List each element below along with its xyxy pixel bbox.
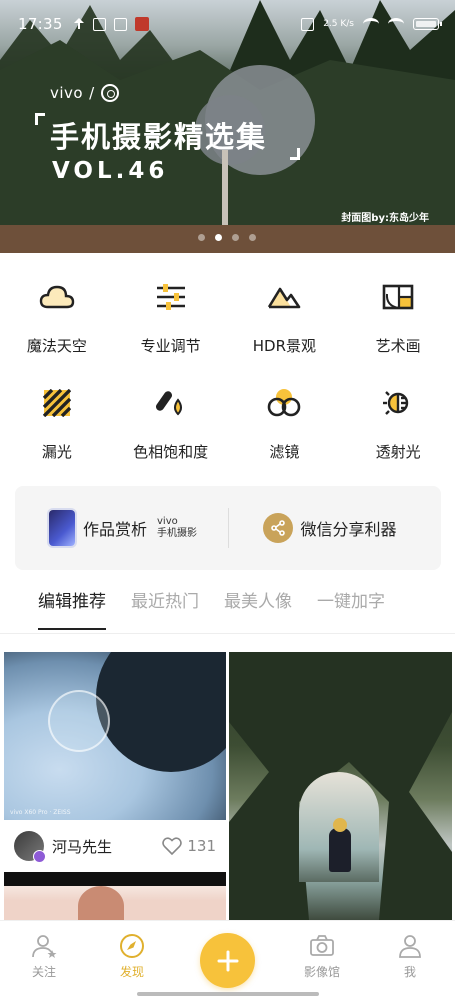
- nav-discover-label: 发现: [119, 965, 144, 979]
- light-leak-icon: [37, 383, 77, 423]
- gallery-appreciation-button[interactable]: 作品赏析 vivo 手机摄影: [15, 486, 228, 570]
- portrait-photo: [78, 886, 124, 920]
- hero-title: 手机摄影精选集: [50, 120, 268, 154]
- wifi-secondary-icon: [388, 18, 404, 30]
- feature-pro-adjust[interactable]: 专业调节: [114, 277, 228, 361]
- carousel-dots[interactable]: [198, 234, 256, 241]
- network-speed: 2.5 K/s: [323, 19, 354, 29]
- feed-card-image[interactable]: [4, 872, 226, 920]
- status-right-icons: 2.5 K/s: [301, 17, 442, 31]
- feature-label: 透射光: [375, 443, 421, 461]
- app-badge-icon: [134, 17, 149, 31]
- promo-bar: 作品赏析 vivo 手机摄影 微信分享利器: [15, 486, 441, 570]
- nav-follow[interactable]: 关注: [14, 933, 74, 980]
- brand-text: vivo: [50, 84, 84, 102]
- hero-banner[interactable]: 17:35 2.5 K/s vivo / 手机摄影精选集 VOL.46 封面图b…: [0, 0, 455, 253]
- feature-magic-sky[interactable]: 魔法天空: [0, 277, 114, 361]
- hue-saturation-icon: [151, 383, 191, 423]
- wechat-share-button[interactable]: 微信分享利器: [229, 486, 442, 570]
- nav-me[interactable]: 我: [380, 933, 440, 980]
- camera-icon: [310, 935, 334, 956]
- sliders-icon: [151, 277, 191, 317]
- hero-brand: vivo /: [50, 84, 119, 102]
- home-indicator[interactable]: [137, 992, 319, 996]
- feature-light-leak[interactable]: 漏光: [0, 383, 114, 467]
- vibrate-icon: [301, 17, 315, 31]
- content-tabs: 编辑推荐 最近热门 最美人像 一键加字: [0, 588, 455, 634]
- nav-discover[interactable]: 发现: [102, 933, 162, 980]
- feed-card-image[interactable]: [229, 652, 452, 920]
- person-photo: [329, 818, 351, 872]
- carousel-dot[interactable]: [232, 234, 239, 241]
- create-button[interactable]: [200, 933, 255, 988]
- nav-me-label: 我: [403, 965, 416, 979]
- like-count: 131: [187, 837, 216, 855]
- ice-bubble-photo: [48, 690, 110, 752]
- bottom-navigation: 关注 发现 影像馆 我: [0, 920, 455, 1000]
- mountain-icon: [264, 277, 304, 317]
- carousel-dot-active[interactable]: [215, 234, 222, 241]
- status-time: 17:35: [18, 15, 63, 33]
- carousel-dot[interactable]: [198, 234, 205, 241]
- avatar[interactable]: [14, 831, 46, 863]
- author-name[interactable]: 河马先生: [52, 836, 112, 857]
- feature-grid: 魔法天空 专业调节 HDR景观 艺术画 漏光 色相饱和度 滤镜 透射光: [0, 277, 455, 467]
- cloud-icon: [37, 277, 77, 317]
- nav-gallery[interactable]: 影像馆: [292, 933, 352, 980]
- feature-filter[interactable]: 滤镜: [228, 383, 342, 467]
- tab-recent-hot[interactable]: 最近热门: [131, 588, 199, 634]
- golden-ratio-icon: [378, 277, 418, 317]
- feature-light-transmission[interactable]: 透射光: [341, 383, 455, 467]
- feature-label: 漏光: [41, 443, 72, 461]
- feature-label: 魔法天空: [26, 337, 87, 355]
- nav-gallery-label: 影像馆: [303, 965, 340, 979]
- video-icon: [113, 17, 127, 31]
- status-notification-icons: [73, 17, 149, 31]
- light-transmission-icon: [378, 383, 418, 423]
- feature-label: 滤镜: [269, 443, 300, 461]
- phone-thumbnail-icon: [49, 510, 75, 546]
- user-icon: [399, 935, 421, 958]
- carousel-dot[interactable]: [249, 234, 256, 241]
- heart-icon: [162, 837, 183, 855]
- plus-icon: [217, 950, 238, 971]
- vivo-photography-tag: vivo 手机摄影: [157, 516, 198, 539]
- bracket-left-decoration: [35, 113, 45, 125]
- share-icon: [262, 513, 293, 543]
- tab-best-portrait[interactable]: 最美人像: [224, 588, 292, 634]
- notification-icon: [92, 17, 106, 31]
- like-button[interactable]: 131: [162, 837, 216, 855]
- feed-card-image[interactable]: vivo X60 Pro · ZEISS: [4, 652, 226, 820]
- user-star-icon: [32, 935, 57, 958]
- filter-icon: [264, 383, 304, 423]
- wechat-share-label: 微信分享利器: [300, 520, 397, 539]
- gallery-appreciation-label: 作品赏析: [83, 520, 148, 539]
- feature-hdr-landscape[interactable]: HDR景观: [228, 277, 342, 361]
- compass-icon: [120, 934, 144, 958]
- wifi-icon: [363, 18, 379, 30]
- upload-icon: [73, 17, 85, 31]
- feed-card-meta: 河马先生 131: [4, 820, 226, 872]
- nav-follow-label: 关注: [31, 965, 56, 979]
- battery-icon: [413, 18, 442, 30]
- feature-label: 色相饱和度: [133, 443, 209, 461]
- feature-art-painting[interactable]: 艺术画: [341, 277, 455, 361]
- status-bar: 17:35 2.5 K/s: [0, 0, 455, 48]
- feature-label: 艺术画: [375, 337, 421, 355]
- tab-add-text[interactable]: 一键加字: [317, 588, 385, 634]
- hero-volume: VOL.46: [52, 158, 169, 184]
- hero-credit: 封面图by:东岛少年: [341, 213, 429, 224]
- feature-label: HDR景观: [252, 337, 316, 355]
- tab-editor-picks[interactable]: 编辑推荐: [38, 588, 106, 634]
- bracket-right-decoration: [290, 148, 300, 160]
- camera-lens-icon: [100, 84, 119, 102]
- feature-label: 专业调节: [140, 337, 201, 355]
- photo-watermark: vivo X60 Pro · ZEISS: [10, 809, 71, 816]
- feature-hue-saturation[interactable]: 色相饱和度: [114, 383, 228, 467]
